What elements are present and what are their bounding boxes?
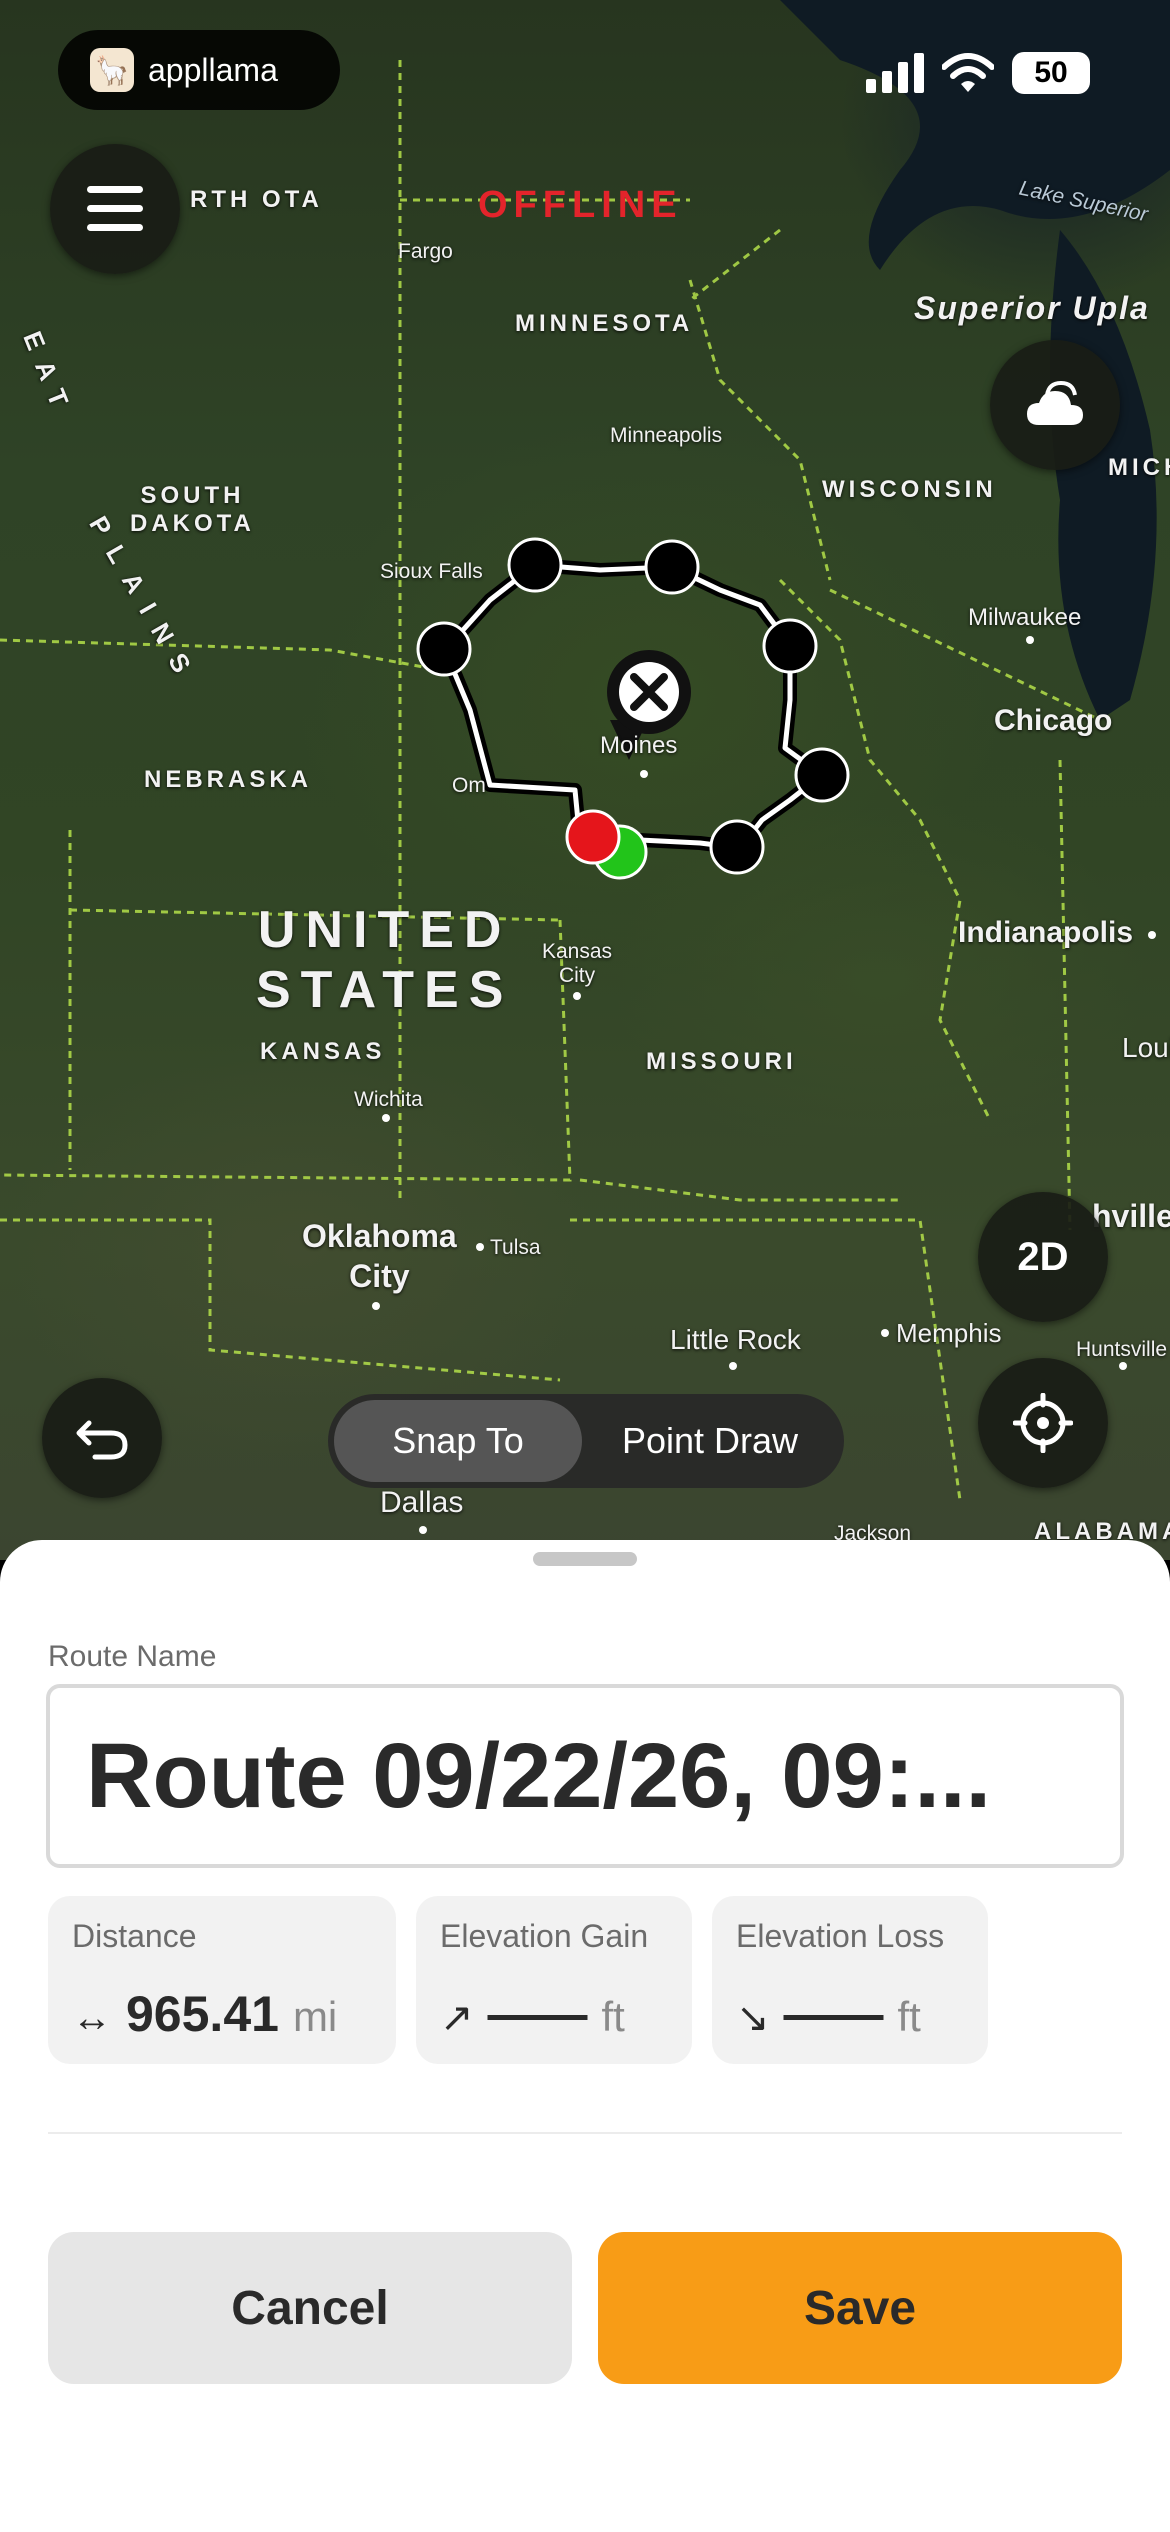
stat-value: ——	[487, 1986, 588, 2042]
locate-me-button[interactable]	[978, 1358, 1108, 1488]
elevation-gain-stat-card: Elevation Gain ↗ —— ft	[416, 1896, 692, 2064]
label-louisville: Loui	[1122, 1032, 1170, 1063]
divider	[48, 2132, 1122, 2134]
draw-mode-segmented-control: Snap To Point Draw	[328, 1394, 844, 1488]
distance-stat-card: Distance ↔ 965.41 mi	[48, 1896, 396, 2064]
arrow-up-right-icon: ↗	[440, 1996, 474, 2040]
wifi-icon	[942, 53, 994, 92]
label-kansas: KANSAS	[260, 1038, 386, 1065]
stat-unit: mi	[292, 1993, 338, 2040]
stat-label: Elevation Gain	[440, 1918, 649, 1954]
label-nashville: hville	[1092, 1198, 1170, 1234]
app-badge: 🦙 appllama	[58, 30, 340, 110]
cellular-signal-icon	[866, 53, 924, 93]
label-tulsa: Tulsa	[490, 1236, 541, 1259]
label-superior-upland: Superior Upla	[914, 290, 1150, 326]
stat-value: ——	[783, 1986, 884, 2042]
menu-button[interactable]	[50, 144, 180, 274]
label-missouri: MISSOURI	[646, 1048, 797, 1075]
label-wisconsin: WISCONSIN	[822, 476, 997, 503]
llama-logo-icon: 🦙	[90, 48, 134, 92]
label-north-dakota: RTH OTA	[190, 186, 323, 213]
label-indianapolis: Indianapolis	[958, 916, 1134, 949]
label-nebraska: NEBRASKA	[144, 766, 313, 793]
label-wichita: Wichita	[354, 1088, 423, 1111]
label-south-dakota: SOUTH DAKOTA	[130, 482, 255, 537]
label-fargo: Fargo	[398, 240, 453, 263]
battery-indicator: 50	[1012, 52, 1090, 94]
waypoint	[507, 537, 563, 593]
waypoint	[416, 621, 472, 677]
end-point	[565, 809, 621, 865]
distance-arrows-icon: ↔	[72, 1996, 112, 2040]
label-minnesota: MINNESOTA	[515, 310, 694, 337]
route-name-input[interactable]: Route 09/22/26, 09:...	[46, 1684, 1124, 1868]
route-name-value: Route 09/22/26, 09:...	[86, 1724, 992, 1827]
route-bottom-sheet: Route Name Route 09/22/26, 09:... Distan…	[0, 1540, 1170, 2532]
stat-label: Distance	[72, 1918, 197, 1954]
route-name-label: Route Name	[48, 1640, 217, 1673]
label-chicago: Chicago	[994, 704, 1113, 737]
label-dallas: Dallas	[380, 1486, 464, 1519]
map-view[interactable]: RTH OTA Fargo MINNESOTA Minneapolis Lake…	[0, 0, 1170, 1560]
waypoint	[644, 539, 700, 595]
label-des-moines: Moines	[600, 732, 678, 759]
stat-label: Elevation Loss	[736, 1918, 945, 1954]
offline-indicator: OFFLINE	[478, 184, 683, 226]
label-milwaukee: Milwaukee	[968, 604, 1082, 631]
cancel-button[interactable]: Cancel	[48, 2232, 572, 2384]
view-mode-toggle[interactable]: 2D	[978, 1192, 1108, 1322]
stat-unit: ft	[601, 1993, 625, 2040]
label-united-states: UNITED STATES	[256, 901, 514, 1019]
status-bar: 🦙 appllama 50	[0, 0, 1170, 140]
status-icons: 50	[866, 52, 1090, 94]
waypoint	[794, 747, 850, 803]
elevation-loss-stat-card: Elevation Loss ↘ —— ft	[712, 1896, 988, 2064]
stat-value: 965.41	[126, 1986, 279, 2042]
save-button[interactable]: Save	[598, 2232, 1122, 2384]
undo-icon	[76, 1420, 128, 1460]
label-minneapolis: Minneapolis	[610, 424, 723, 447]
label-oklahoma-city: Oklahoma City	[302, 1218, 457, 1294]
label-memphis: Memphis	[896, 1318, 1002, 1348]
label-mich: MICH	[1108, 454, 1170, 481]
app-name: appllama	[148, 51, 278, 88]
label-huntsville: Huntsville	[1076, 1338, 1168, 1361]
snap-to-option[interactable]: Snap To	[334, 1400, 582, 1482]
sheet-grabber[interactable]	[533, 1552, 637, 1566]
label-kansas-city: Kansas City	[542, 940, 613, 987]
label-omaha: Om	[452, 774, 486, 797]
waypoint	[762, 618, 818, 674]
hamburger-menu-icon	[87, 186, 143, 231]
weather-cloud-icon	[1027, 381, 1083, 425]
label-sioux-falls: Sioux Falls	[380, 560, 483, 583]
weather-button[interactable]	[990, 340, 1120, 470]
label-little-rock: Little Rock	[670, 1324, 801, 1355]
undo-button[interactable]	[42, 1378, 162, 1498]
stat-unit: ft	[897, 1993, 921, 2040]
point-draw-option[interactable]: Point Draw	[582, 1400, 838, 1482]
arrow-down-right-icon: ↘	[736, 1996, 770, 2040]
waypoint	[709, 819, 765, 875]
crosshair-icon	[1013, 1393, 1073, 1453]
